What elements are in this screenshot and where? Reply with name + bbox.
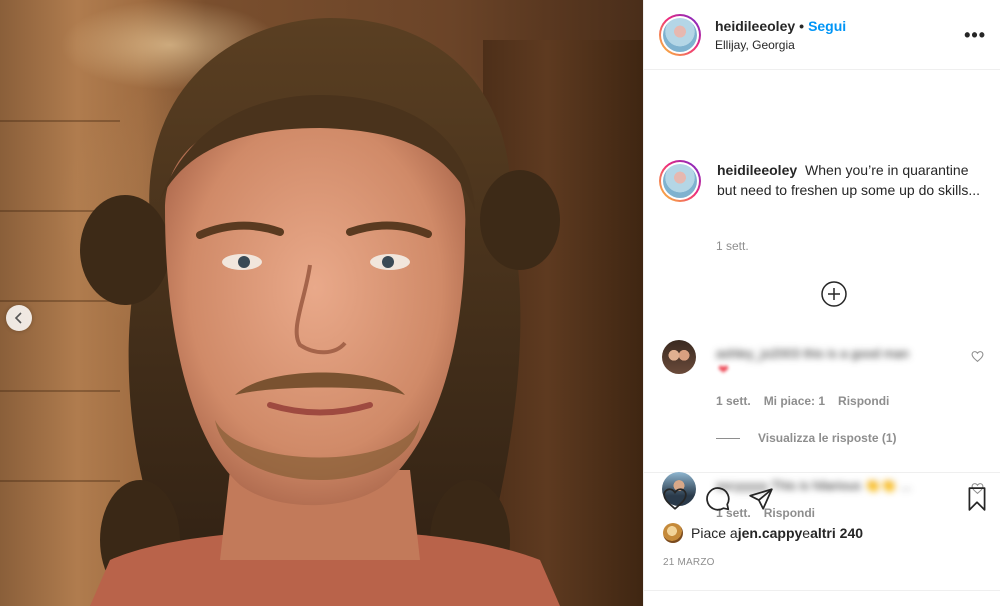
caption-timestamp[interactable]: 1 sett. (716, 239, 749, 253)
follow-button[interactable]: Segui (808, 18, 846, 34)
comment-icon[interactable] (705, 486, 731, 512)
replies-divider (716, 437, 740, 439)
likes-others[interactable]: altri 240 (810, 525, 863, 541)
author-username[interactable]: heidileeoley (715, 18, 795, 34)
share-icon[interactable] (748, 486, 774, 512)
comment-text: ashley_jo2003 this is a good man (716, 346, 909, 361)
likes-middle: e (802, 525, 811, 541)
likes-summary: Piace a jen.cappy e altri 240 (663, 523, 863, 543)
liker-avatar[interactable] (663, 523, 683, 543)
plus-circle-icon[interactable] (820, 280, 848, 308)
heart-icon[interactable] (971, 350, 984, 363)
commenter-avatar[interactable] (662, 340, 696, 374)
avatar[interactable] (659, 13, 701, 56)
post-date[interactable]: 21 MARZO (663, 557, 715, 568)
reply-button[interactable]: Rispondi (838, 394, 889, 408)
post-side-panel: heidileeoley • Segui Ellijay, Georgia ••… (643, 0, 1000, 606)
post-caption: heidileeoley When you’re in quarantine b… (659, 160, 989, 202)
caption-username[interactable]: heidileeoley (717, 162, 797, 178)
likes-prefix: Piace a (691, 525, 738, 541)
carousel-prev-button[interactable] (6, 305, 32, 331)
divider (644, 590, 1000, 591)
liker-username[interactable]: jen.cappy (738, 525, 803, 541)
bookmark-icon[interactable] (964, 486, 990, 512)
post-photo[interactable] (0, 0, 643, 606)
action-bar (644, 474, 1000, 524)
separator-dot: • (799, 17, 805, 34)
comment-timestamp[interactable]: 1 sett. (716, 394, 751, 408)
person-portrait (80, 18, 560, 606)
post-header: heidileeoley • Segui Ellijay, Georgia ••… (644, 0, 1000, 70)
heart-emoji: ❤ (718, 362, 729, 377)
post-location[interactable]: Ellijay, Georgia (715, 38, 964, 52)
view-replies-button[interactable]: Visualizza le risposte (1) (716, 431, 897, 445)
comments-section: heidileeoley When you’re in quarantine b… (644, 70, 1000, 520)
comment-likes[interactable]: Mi piace: 1 (764, 394, 825, 408)
heart-icon[interactable] (662, 486, 688, 512)
caption-avatar[interactable] (659, 160, 701, 202)
chevron-left-icon (14, 312, 22, 324)
more-options-icon[interactable]: ••• (964, 26, 986, 44)
view-replies-label: Visualizza le risposte (1) (758, 431, 897, 445)
